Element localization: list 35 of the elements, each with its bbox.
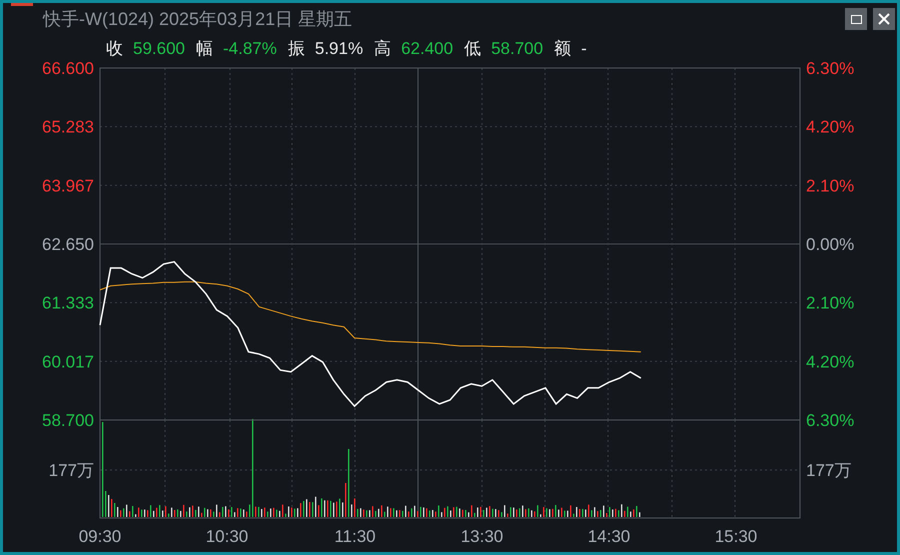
quote-label: 振 [288, 38, 305, 60]
time-axis-label: 15:30 [714, 527, 758, 546]
quote-value: 62.400 [401, 38, 454, 60]
quote-value: -4.87% [223, 38, 277, 60]
price-axis-label: 60.017 [42, 352, 94, 372]
window-title: 快手-W(1024) 2025年03月21日 星期五 [43, 8, 352, 31]
volume-axis-label: 177万 [806, 461, 852, 480]
quote-value: - [581, 38, 587, 60]
percent-axis-label: 4.20% [806, 352, 854, 372]
price-axis-label: 62.650 [42, 235, 94, 254]
quote-label: 高 [374, 38, 392, 60]
percent-axis-label: 6.30% [806, 62, 854, 78]
price-axis-label: 63.967 [42, 176, 94, 196]
time-axis-label: 14:30 [588, 527, 630, 546]
quote-label: 额 [554, 38, 572, 60]
quote-value: 5.91% [314, 38, 364, 60]
percent-axis-label: 4.20% [806, 118, 854, 137]
percent-axis-label: 2.10% [806, 294, 854, 313]
percent-axis-label: 0.00% [806, 235, 854, 254]
price-axis-label: 61.333 [42, 294, 94, 313]
quote-label: 收 [106, 38, 123, 60]
time-axis-label: 13:30 [460, 527, 504, 546]
price-axis-label: 66.600 [42, 62, 94, 78]
time-axis-label: 11:30 [334, 527, 376, 546]
time-axis-label: 09:30 [78, 527, 122, 546]
quote-value: 59.600 [133, 38, 185, 60]
percent-axis-label: 2.10% [806, 176, 854, 196]
price-axis-label: 58.700 [42, 411, 94, 430]
volume-axis-label: 177万 [48, 461, 94, 480]
price-axis-label: 65.283 [42, 118, 94, 137]
time-axis-label: 10:30 [206, 527, 248, 546]
quote-value: 58.700 [491, 38, 544, 60]
percent-axis-label: 6.30% [806, 411, 854, 430]
quote-label: 低 [464, 38, 482, 60]
quote-label: 幅 [196, 38, 213, 60]
